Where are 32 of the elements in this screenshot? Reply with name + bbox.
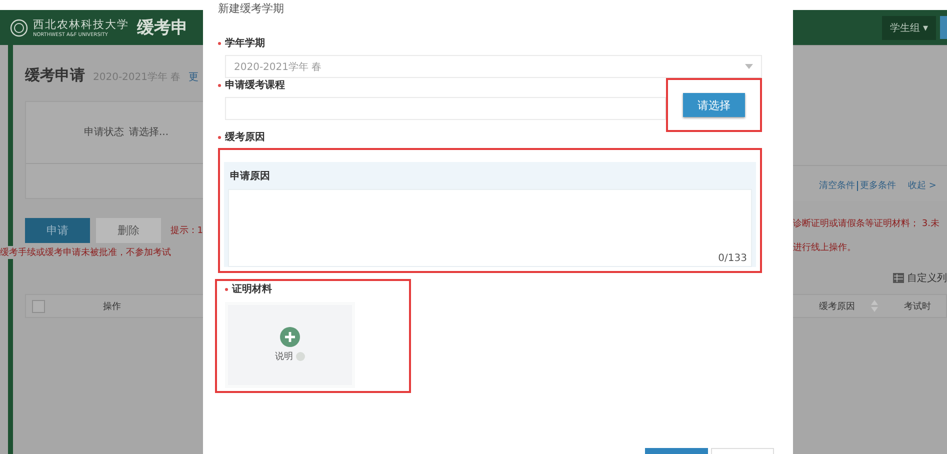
custom-columns-button[interactable]: 自定义列 bbox=[893, 271, 947, 285]
user-group-dropdown[interactable]: 学生组 ▾ bbox=[882, 16, 936, 40]
field-label: 证明材料 bbox=[225, 282, 409, 296]
toolbar-button[interactable]: 删除 bbox=[96, 218, 162, 243]
notice-text: 缓考手续或缓考申请未被批准，不参加考试 bbox=[0, 246, 171, 259]
system-title: 缓考申 bbox=[137, 17, 188, 39]
choose-button[interactable]: 请选择 bbox=[683, 93, 745, 117]
toolbar-button[interactable]: 申请 bbox=[25, 218, 90, 243]
field-label: 学年学期 bbox=[218, 36, 762, 50]
upload-label: 说明 bbox=[275, 350, 293, 363]
upload-tile[interactable]: 说明 bbox=[225, 302, 355, 388]
status-select[interactable]: 请选择... bbox=[129, 125, 169, 139]
university-name: 西北农林科技大学 bbox=[33, 17, 129, 32]
change-term-link[interactable]: 更 bbox=[188, 70, 199, 84]
reason-label: 申请原因 bbox=[229, 170, 271, 184]
column-header: 操作 bbox=[103, 300, 121, 312]
filter-link[interactable]: 收起 > bbox=[908, 179, 936, 192]
column-header: 考试时 bbox=[904, 300, 931, 312]
field-label: 缓考原因 bbox=[218, 130, 762, 144]
page-title: 缓考申请 bbox=[25, 66, 85, 85]
filter-label: 申请状态 bbox=[84, 126, 124, 139]
filter-link[interactable]: 更多条件 bbox=[860, 179, 896, 192]
reason-textarea[interactable]: 0/133 bbox=[228, 189, 752, 267]
field-label: 申请缓考课程 bbox=[218, 78, 762, 92]
column-header: 缓考原因 bbox=[819, 300, 855, 312]
term-select[interactable]: 2020-2021学年 春 bbox=[225, 55, 762, 78]
hint-text: 提示：1 bbox=[170, 224, 203, 237]
notice-text: 诊断证明或请假条等证明材料； 3.未 bbox=[793, 218, 940, 230]
character-counter: 0/133 bbox=[718, 253, 747, 264]
dialog-title: 新建缓考学期 bbox=[218, 1, 284, 16]
notice-text: 进行线上操作。 bbox=[793, 242, 857, 254]
filter-link[interactable]: 清空条件 bbox=[819, 179, 855, 192]
